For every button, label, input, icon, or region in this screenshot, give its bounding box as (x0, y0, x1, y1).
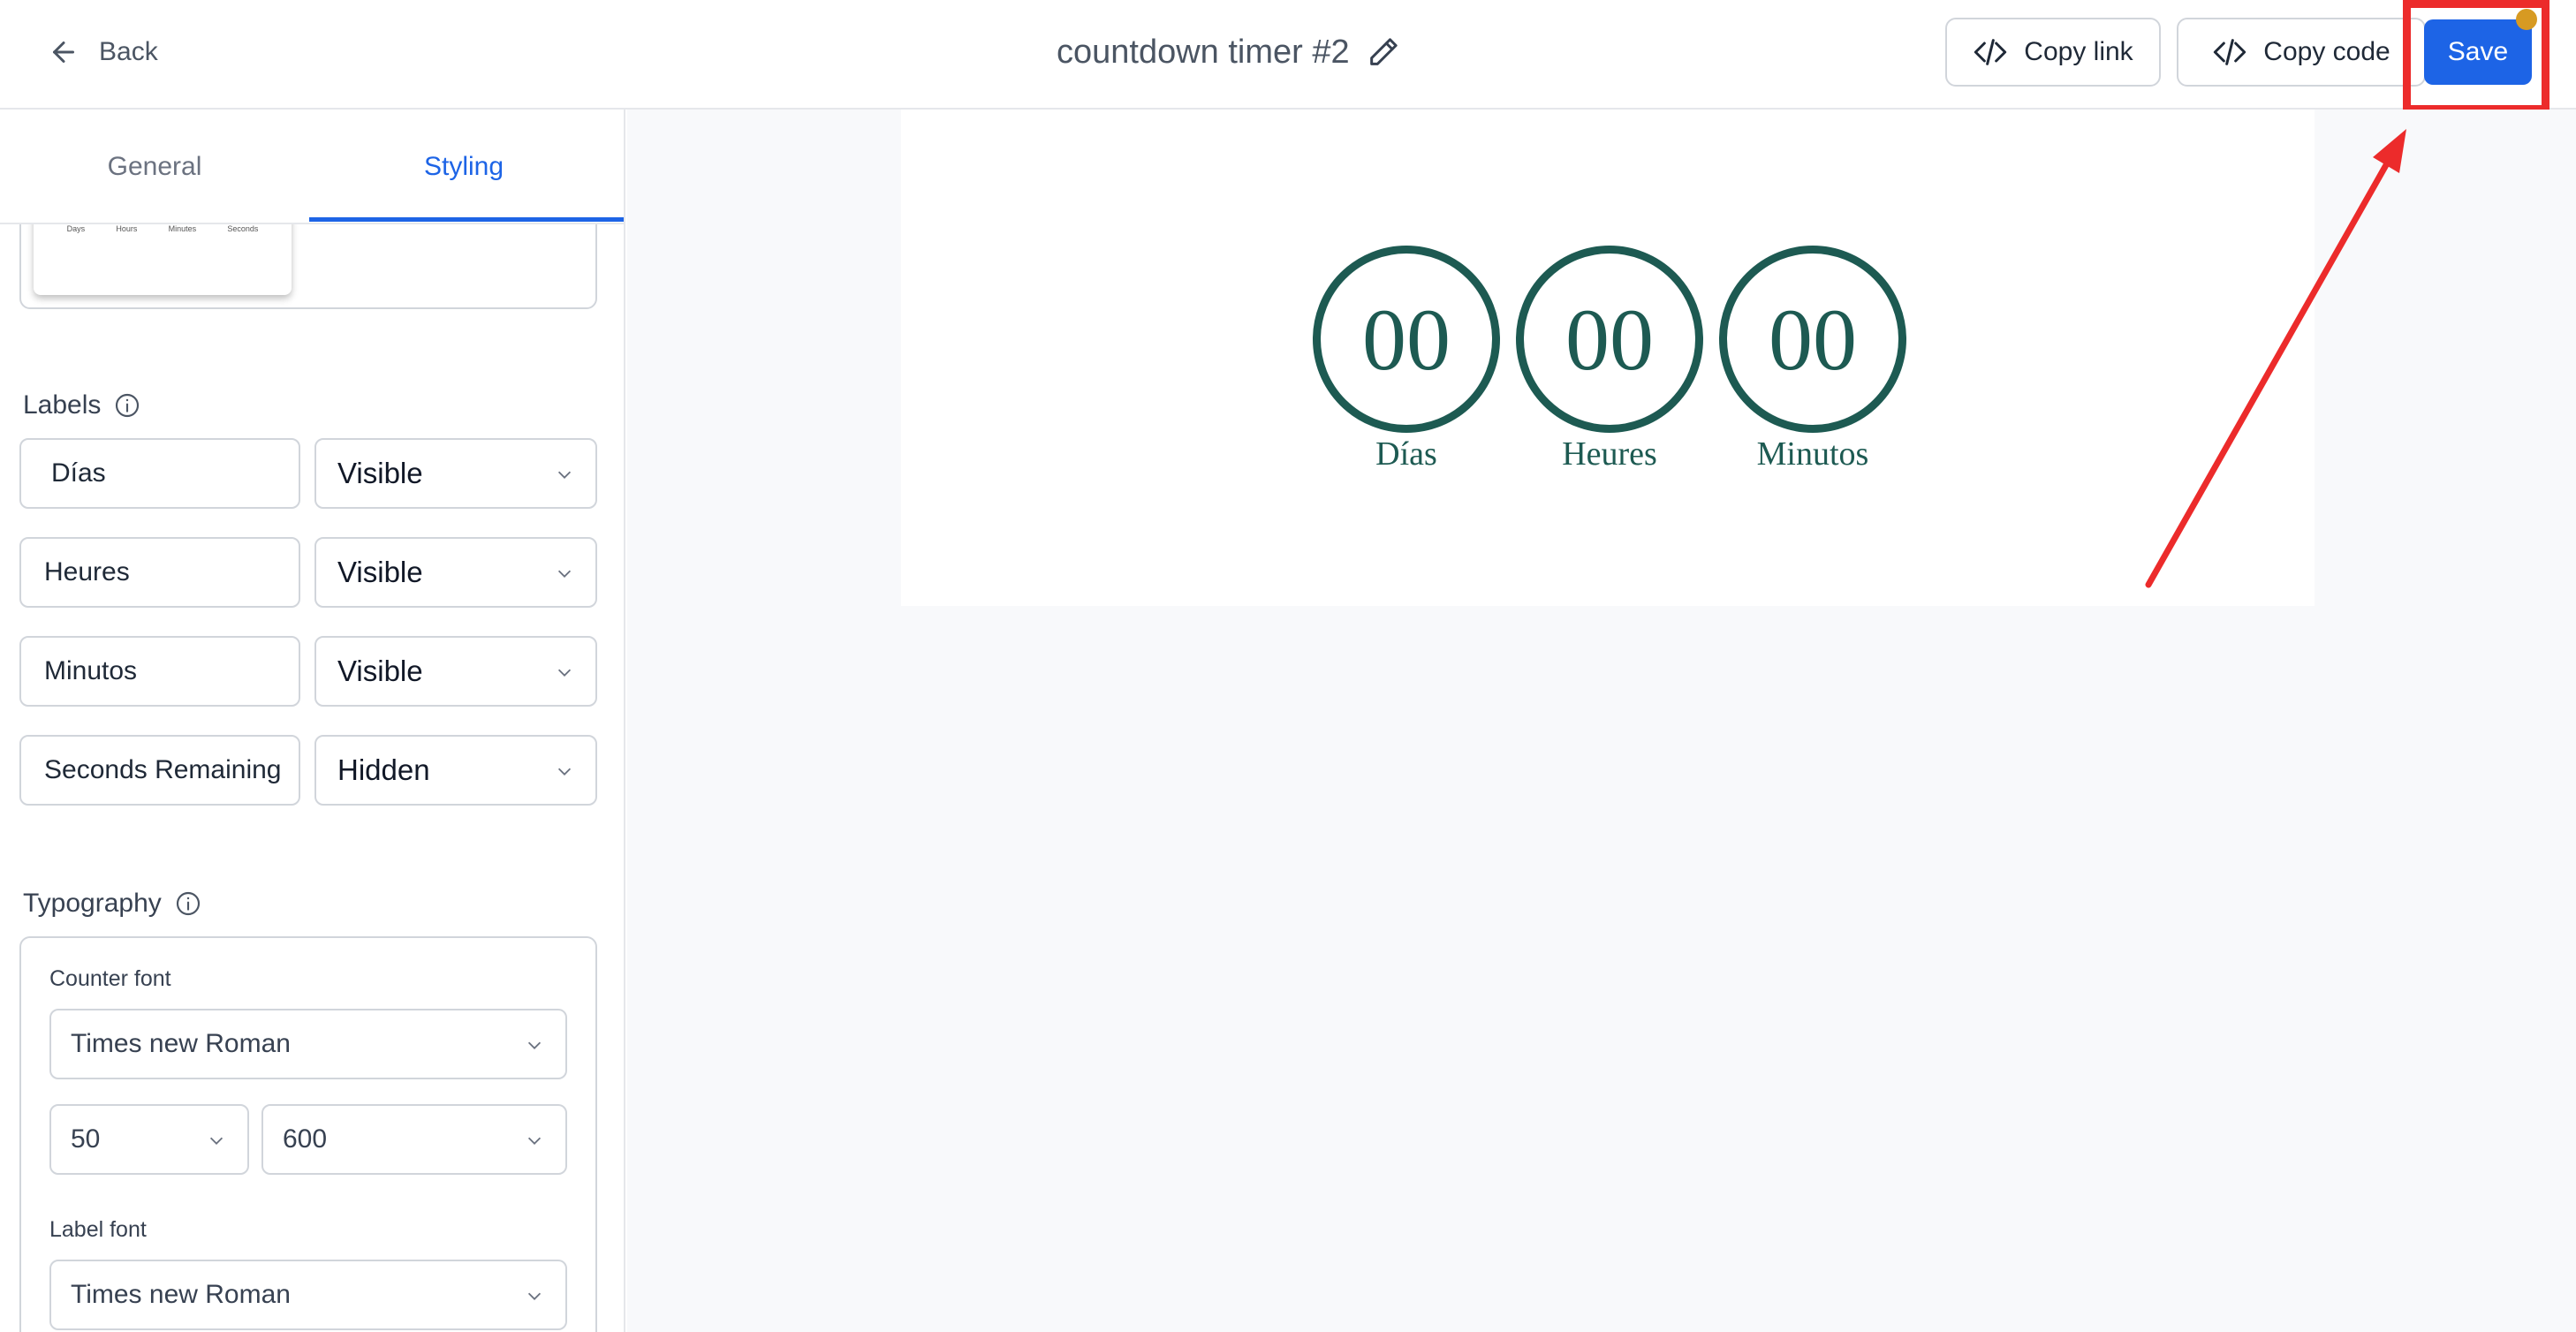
copy-link-label: Copy link (2024, 37, 2133, 66)
labels-heading: Labels (23, 390, 102, 420)
page-title: countdown timer #2 (1057, 33, 1350, 71)
chevron-down-icon (557, 570, 572, 578)
chevron-down-icon (557, 669, 572, 677)
label-seconds-input[interactable]: Seconds Remaining (19, 735, 300, 806)
select-value: Times new Roman (71, 1029, 291, 1058)
settings-sidebar: General Styling Days Hours Minutes Secon… (0, 110, 625, 1332)
counter-font-label: Counter font (49, 966, 171, 991)
back-button[interactable]: Back (48, 30, 158, 74)
chevron-down-icon (527, 1137, 542, 1145)
label-font-select[interactable]: Times new Roman (49, 1260, 567, 1330)
timer-circle: 00 (1313, 246, 1500, 433)
select-value: Visible (337, 556, 423, 588)
copy-link-button[interactable]: Copy link (1945, 18, 2161, 87)
label-hours-input[interactable]: Heures (19, 537, 300, 608)
select-value: 50 (71, 1124, 101, 1154)
timer-circle: 00 (1516, 246, 1703, 433)
label-hours-visibility-select[interactable]: Visible (314, 537, 597, 608)
chevron-down-icon (209, 1137, 224, 1145)
copy-code-button[interactable]: Copy code (2177, 18, 2426, 87)
counter-font-select[interactable]: Times new Roman (49, 1009, 567, 1079)
tab-styling[interactable]: Styling (309, 110, 618, 224)
timer-preview-canvas: 00 Días 00 Heures 00 Minutos (901, 110, 2315, 606)
active-tab-indicator (309, 217, 624, 222)
label-days-visibility-select[interactable]: Visible (314, 438, 597, 509)
annotation-highlight-box (2403, 0, 2549, 113)
timer-unit-label: Minutos (1756, 435, 1869, 473)
select-value: Times new Roman (71, 1280, 291, 1309)
timer-unit-days: 00 Días (1313, 246, 1500, 473)
counter-size-select[interactable]: 50 (49, 1104, 249, 1175)
tab-general[interactable]: General (0, 110, 309, 224)
copy-code-label: Copy code (2263, 37, 2390, 66)
label-seconds-visibility-select[interactable]: Hidden (314, 735, 597, 806)
top-bar: Back countdown timer #2 Copy link Copy c… (0, 0, 2576, 113)
typography-section-title: Typography (23, 889, 202, 919)
select-value: Visible (337, 655, 423, 687)
code-icon (1974, 39, 2007, 65)
timer-circle: 00 (1719, 246, 1906, 433)
timer-unit-label: Heures (1562, 435, 1657, 473)
back-label: Back (99, 37, 158, 66)
timer-unit-label: Días (1375, 435, 1437, 473)
timer-unit-hours: 00 Heures (1516, 246, 1703, 473)
label-days-input[interactable]: Días (19, 438, 300, 509)
label-minutes-input[interactable]: Minutos (19, 636, 300, 707)
thumbnail-label: Hours (116, 224, 138, 233)
select-value: 600 (283, 1124, 328, 1154)
chevron-down-icon (527, 1292, 542, 1300)
code-icon (2214, 39, 2246, 65)
label-minutes-visibility-select[interactable]: Visible (314, 636, 597, 707)
chevron-down-icon (527, 1041, 542, 1049)
info-icon[interactable] (113, 391, 141, 420)
counter-weight-select[interactable]: 600 (261, 1104, 567, 1175)
chevron-down-icon (557, 768, 572, 776)
select-value: Visible (337, 457, 423, 489)
select-value: Hidden (337, 753, 430, 786)
timer-unit-minutes: 00 Minutos (1719, 246, 1906, 473)
typography-heading: Typography (23, 889, 162, 918)
timer-title-group: countdown timer #2 (1057, 30, 1401, 74)
pencil-icon[interactable] (1366, 34, 1401, 70)
label-font-label: Label font (49, 1217, 147, 1242)
settings-tabs: General Styling (0, 110, 624, 224)
thumbnail-label: Seconds (227, 224, 259, 233)
thumbnail-label: Days (66, 224, 86, 233)
labels-section-title: Labels (23, 390, 141, 420)
thumbnail-label: Minutes (168, 224, 197, 233)
info-icon[interactable] (174, 889, 202, 918)
thumbnail-labels: Days Hours Minutes Seconds (34, 224, 292, 233)
chevron-down-icon (557, 471, 572, 479)
arrow-left-icon (53, 42, 74, 63)
